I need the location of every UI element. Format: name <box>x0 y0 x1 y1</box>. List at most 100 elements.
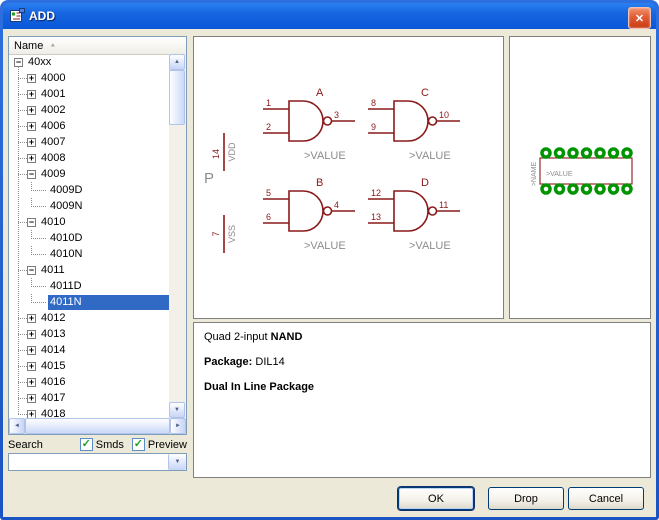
nand-gate-a: 1 2 3 A >VALUE <box>263 87 355 162</box>
search-input[interactable] <box>9 454 168 470</box>
ok-button[interactable]: OK <box>398 487 474 510</box>
collapse-icon[interactable]: − <box>27 170 36 179</box>
add-dialog: ADD ✕ Name ▲ −40xx+4000+4001+4002+4006+4… <box>0 0 659 520</box>
expand-icon[interactable]: + <box>27 154 36 163</box>
tree-item-4011N[interactable]: 4011N <box>9 294 169 310</box>
expand-icon[interactable]: + <box>27 346 36 355</box>
scroll-up-button[interactable]: ▲ <box>169 54 185 70</box>
vertical-scroll-thumb[interactable] <box>169 70 185 125</box>
tree-item-4002[interactable]: +4002 <box>9 102 169 118</box>
tree-connector <box>18 406 27 418</box>
tree-item-4009[interactable]: −4009 <box>9 166 169 182</box>
expand-icon[interactable]: + <box>27 330 36 339</box>
tree-connector <box>18 326 27 342</box>
value-placeholder: >VALUE <box>304 150 346 162</box>
smds-checkbox[interactable]: ✓ Smds <box>80 438 124 451</box>
tree-connector <box>18 262 27 278</box>
tree-item-label: 4013 <box>39 327 169 342</box>
tree-item-label: 4011 <box>39 263 169 278</box>
tree-connector <box>31 182 48 198</box>
tree-item-4008[interactable]: +4008 <box>9 150 169 166</box>
close-button[interactable]: ✕ <box>628 7 651 29</box>
tree-item-label: 40xx <box>26 55 169 70</box>
tree-header-name[interactable]: Name ▲ <box>9 37 186 55</box>
titlebar[interactable]: ADD ✕ <box>3 3 656 29</box>
package-pad <box>556 149 564 157</box>
package-pad <box>610 149 618 157</box>
tree-horizontal-scrollbar[interactable]: ◄ ► <box>9 418 186 434</box>
value-placeholder: >VALUE <box>409 240 451 252</box>
description-text-bold: Dual In Line Package <box>204 381 314 393</box>
expand-icon[interactable]: + <box>27 314 36 323</box>
expand-icon[interactable]: + <box>27 74 36 83</box>
tree-item-4006[interactable]: +4006 <box>9 118 169 134</box>
gate-name: B <box>316 177 323 189</box>
tree-item-4009N[interactable]: 4009N <box>9 198 169 214</box>
expand-icon[interactable]: + <box>27 138 36 147</box>
tree-item-label: 4002 <box>39 103 169 118</box>
power-pin-vdd: 14 VDD <box>211 133 237 171</box>
cancel-button[interactable]: Cancel <box>568 487 644 510</box>
gate-name: D <box>421 177 429 189</box>
collapse-icon[interactable]: − <box>27 266 36 275</box>
chevron-down-icon: ▼ <box>175 459 181 465</box>
tree-item-label: 4000 <box>39 71 169 86</box>
tree-vertical-scrollbar[interactable]: ▲ ▼ <box>169 54 186 418</box>
collapse-icon[interactable]: − <box>14 58 23 67</box>
tree-item-4017[interactable]: +4017 <box>9 390 169 406</box>
description-text-bold: NAND <box>271 331 303 343</box>
tree-item-4013[interactable]: +4013 <box>9 326 169 342</box>
scroll-down-button[interactable]: ▼ <box>169 402 185 418</box>
tree-connector <box>18 214 27 230</box>
tree-item-4001[interactable]: +4001 <box>9 86 169 102</box>
preview-checkbox[interactable]: ✓ Preview <box>132 438 187 451</box>
arrow-right-icon: ► <box>175 423 181 429</box>
tree-item-40xx[interactable]: −40xx <box>9 54 169 70</box>
horizontal-scroll-track[interactable] <box>25 418 170 434</box>
gate-body <box>394 191 428 231</box>
tree-connector <box>18 166 27 182</box>
tree-item-4012[interactable]: +4012 <box>9 310 169 326</box>
expand-icon[interactable]: + <box>27 394 36 403</box>
symbol-preview-drawing: 14 VDD 7 VSS P 1 2 3 A >VALUE <box>194 37 503 318</box>
tree-item-4014[interactable]: +4014 <box>9 342 169 358</box>
tree-item-label: 4012 <box>39 311 169 326</box>
tree-item-4011D[interactable]: 4011D <box>9 278 169 294</box>
scroll-left-button[interactable]: ◄ <box>9 418 25 434</box>
check-icon: ✓ <box>134 439 143 450</box>
name-placeholder: >NAME <box>531 162 538 187</box>
tree-item-4011[interactable]: −4011 <box>9 262 169 278</box>
tree-item-4015[interactable]: +4015 <box>9 358 169 374</box>
tree-item-4016[interactable]: +4016 <box>9 374 169 390</box>
power-pin-vss: 7 VSS <box>211 215 237 253</box>
tree-item-4018[interactable]: +4018 <box>9 406 169 418</box>
scroll-right-button[interactable]: ► <box>170 418 186 434</box>
vertical-scroll-track[interactable] <box>169 70 186 402</box>
horizontal-scroll-thumb[interactable] <box>25 418 170 434</box>
collapse-icon[interactable]: − <box>27 218 36 227</box>
tree-item-label: 4017 <box>39 391 169 406</box>
tree-item-4010[interactable]: −4010 <box>9 214 169 230</box>
expand-icon[interactable]: + <box>27 378 36 387</box>
library-tree-panel: Name ▲ −40xx+4000+4001+4002+4006+4007+40… <box>8 36 187 435</box>
expand-icon[interactable]: + <box>27 90 36 99</box>
tree-item-4010D[interactable]: 4010D <box>9 230 169 246</box>
checkbox-icon: ✓ <box>132 438 145 451</box>
tree-connector <box>31 198 48 214</box>
expand-icon[interactable]: + <box>27 362 36 371</box>
tree-connector <box>18 390 27 406</box>
tree-item-label: 4006 <box>39 119 169 134</box>
search-row: Search ✓ Smds ✓ Preview <box>8 437 187 452</box>
expand-icon[interactable]: + <box>27 122 36 131</box>
expand-icon[interactable]: + <box>27 106 36 115</box>
drop-button[interactable]: Drop <box>488 487 564 510</box>
tree-item-4007[interactable]: +4007 <box>9 134 169 150</box>
tree-item-4009D[interactable]: 4009D <box>9 182 169 198</box>
package-pad <box>610 185 618 193</box>
expand-icon[interactable]: + <box>27 410 36 419</box>
nand-gate-b: 5 6 4 B >VALUE <box>263 177 355 252</box>
inversion-bubble <box>324 117 332 125</box>
combo-dropdown-button[interactable]: ▼ <box>168 454 186 470</box>
tree-item-4000[interactable]: +4000 <box>9 70 169 86</box>
tree-item-4010N[interactable]: 4010N <box>9 246 169 262</box>
